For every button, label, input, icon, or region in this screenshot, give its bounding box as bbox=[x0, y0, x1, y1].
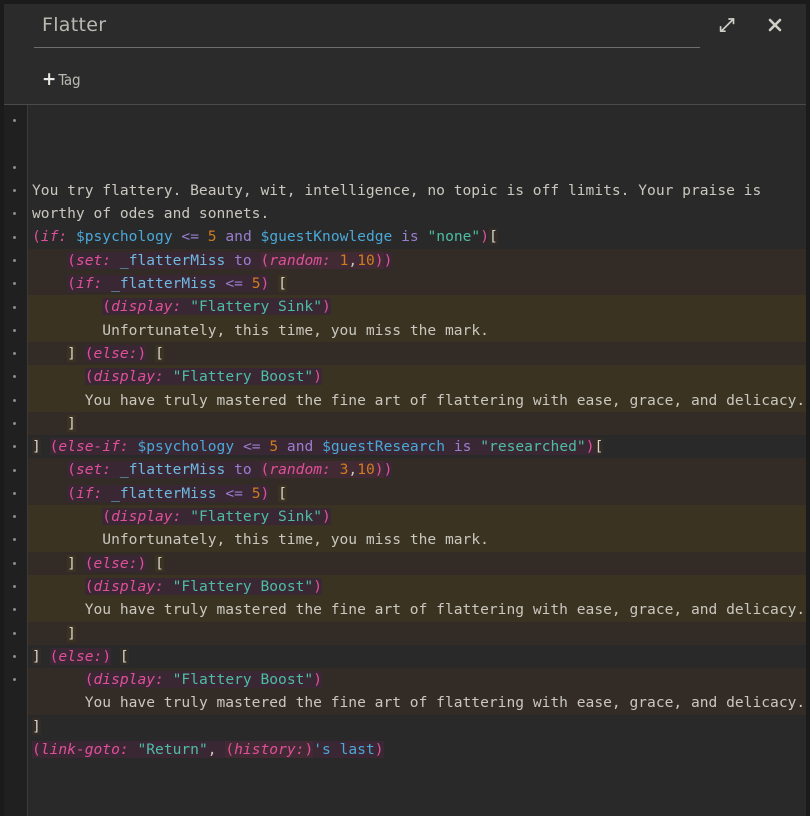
code-line[interactable]: (display: "Flattery Boost") bbox=[28, 574, 810, 599]
close-icon bbox=[766, 16, 784, 34]
code-line[interactable]: You have truly mastered the fine art of … bbox=[28, 598, 810, 622]
passage-title-wrap bbox=[34, 8, 700, 48]
editor-header bbox=[0, 0, 810, 56]
add-tag-button[interactable]: + Tag bbox=[42, 67, 81, 90]
add-tag-label: Tag bbox=[58, 71, 81, 89]
tag-bar: + Tag bbox=[0, 56, 810, 104]
code-line[interactable]: (display: "Flattery Boost") bbox=[28, 668, 810, 692]
editor-bottom-gap bbox=[28, 808, 810, 816]
gutter-bullet bbox=[0, 482, 28, 505]
close-button[interactable] bbox=[764, 14, 786, 36]
window-frame-top bbox=[0, 0, 810, 4]
code-line[interactable]: (link-goto: "Return", (history:)'s last) bbox=[28, 738, 810, 761]
code-line[interactable]: Unfortunately, this time, you miss the m… bbox=[28, 318, 810, 342]
code-line[interactable]: (set: _flatterMiss to (random: 3,10)) bbox=[28, 458, 810, 482]
gutter-bullet bbox=[0, 528, 28, 551]
code-line[interactable]: You have truly mastered the fine art of … bbox=[28, 388, 810, 412]
gutter-bullet bbox=[0, 156, 28, 179]
gutter-bullet bbox=[0, 389, 28, 412]
code-line[interactable]: (display: "Flattery Sink") bbox=[28, 505, 810, 529]
code-line[interactable]: ] (else:) [ bbox=[28, 645, 810, 668]
gutter-bullet bbox=[0, 295, 28, 318]
code-editor[interactable]: You try flattery. Beauty, wit, intellige… bbox=[0, 105, 810, 816]
passage-editor: + Tag You try flattery. Beauty, wit, int… bbox=[0, 0, 810, 816]
gutter-bullet bbox=[0, 505, 28, 528]
gutter-bullet bbox=[0, 202, 28, 225]
gutter-bullet bbox=[0, 598, 28, 621]
code-line[interactable]: (if: $psychology <= 5 and $guestKnowledg… bbox=[28, 225, 810, 248]
gutter-bullet bbox=[0, 249, 28, 272]
code-line[interactable]: ] (else:) [ bbox=[28, 341, 810, 366]
code-line[interactable]: ] (else-if: $psychology <= 5 and $guestR… bbox=[28, 435, 810, 458]
gutter-bullet bbox=[0, 435, 28, 458]
expand-arrows-icon bbox=[717, 15, 737, 35]
gutter-bullet bbox=[0, 365, 28, 388]
header-button-group bbox=[716, 14, 786, 36]
code-line[interactable]: Unfortunately, this time, you miss the m… bbox=[28, 528, 810, 552]
plus-icon: + bbox=[42, 67, 57, 90]
gutter-bullet bbox=[0, 109, 28, 132]
gutter-bullet bbox=[0, 342, 28, 365]
gutter-bullet bbox=[0, 412, 28, 435]
code-line[interactable]: (display: "Flattery Boost") bbox=[28, 365, 810, 389]
gutter-bullet bbox=[0, 668, 28, 691]
code-line[interactable]: ] bbox=[28, 715, 810, 738]
code-line[interactable]: ] bbox=[28, 621, 810, 645]
passage-name-input[interactable] bbox=[34, 8, 700, 48]
code-line[interactable]: (if: _flatterMiss <= 5) [ bbox=[28, 272, 810, 296]
window-frame-right bbox=[806, 0, 810, 816]
gutter-bullet bbox=[0, 272, 28, 295]
maximize-button[interactable] bbox=[716, 14, 738, 36]
code-line[interactable]: You have truly mastered the fine art of … bbox=[28, 691, 810, 715]
gutter-bullet-list bbox=[0, 105, 28, 691]
gutter-bullet bbox=[0, 225, 28, 248]
code-line[interactable]: You try flattery. Beauty, wit, intellige… bbox=[28, 179, 810, 226]
gutter-wrap-row bbox=[0, 132, 28, 155]
code-scroll-region[interactable]: You try flattery. Beauty, wit, intellige… bbox=[28, 105, 810, 816]
editor-gutter bbox=[0, 105, 28, 816]
code-content[interactable]: You try flattery. Beauty, wit, intellige… bbox=[28, 105, 810, 816]
code-line[interactable]: (if: _flatterMiss <= 5) [ bbox=[28, 481, 810, 506]
code-line[interactable]: (display: "Flattery Sink") bbox=[28, 295, 810, 319]
gutter-bullet bbox=[0, 645, 28, 668]
gutter-bullet bbox=[0, 179, 28, 202]
code-line[interactable]: ] bbox=[28, 411, 810, 436]
gutter-bullet bbox=[0, 319, 28, 342]
window-frame-left bbox=[0, 0, 4, 816]
code-line[interactable]: ] (else:) [ bbox=[28, 551, 810, 575]
code-line[interactable]: (set: _flatterMiss to (random: 1,10)) bbox=[28, 248, 810, 273]
gutter-bullet bbox=[0, 575, 28, 598]
gutter-bullet bbox=[0, 622, 28, 645]
gutter-bullet bbox=[0, 458, 28, 481]
gutter-bullet bbox=[0, 552, 28, 575]
